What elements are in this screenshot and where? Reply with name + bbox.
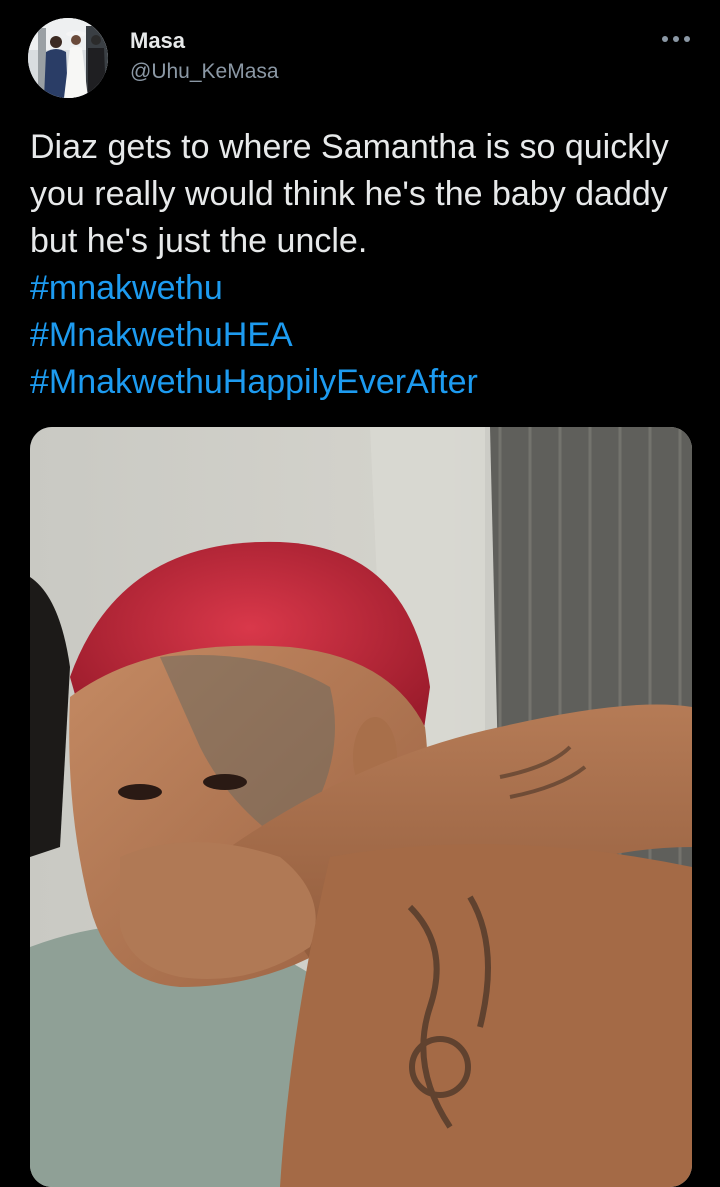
photo-image	[30, 427, 692, 1187]
hashtag-link[interactable]: #MnakwethuHEA	[30, 312, 690, 359]
ellipsis-icon	[662, 36, 690, 42]
author-name[interactable]: Masa	[130, 28, 185, 54]
hashtag-link[interactable]: #mnakwethu	[30, 265, 690, 312]
tweet: Masa @Uhu_KeMasa Diaz gets to where Sama…	[0, 0, 720, 1187]
author-handle[interactable]: @Uhu_KeMasa	[130, 60, 279, 84]
tweet-photo[interactable]	[30, 427, 692, 1187]
more-options-button[interactable]	[656, 24, 696, 54]
tweet-text: Diaz gets to where Samantha is so quickl…	[30, 128, 669, 260]
avatar[interactable]	[28, 18, 108, 98]
hashtag-link[interactable]: #MnakwethuHappilyEverAfter	[30, 359, 690, 406]
tweet-body: Diaz gets to where Samantha is so quickl…	[30, 124, 690, 406]
avatar-image	[28, 18, 108, 98]
